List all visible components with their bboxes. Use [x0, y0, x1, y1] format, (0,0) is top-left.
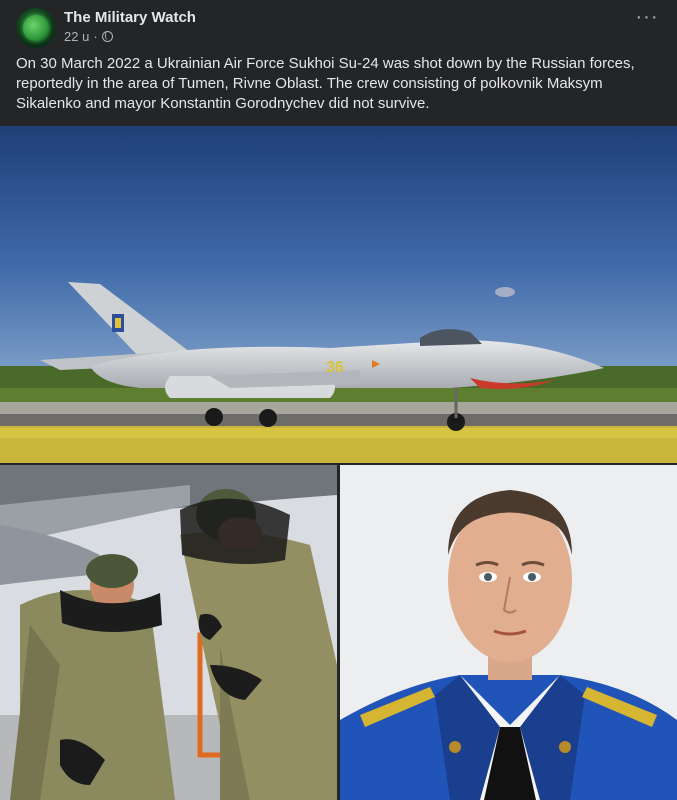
page-name-link[interactable]: The Military Watch — [64, 9, 196, 26]
post-time-link[interactable]: 22 u — [64, 29, 89, 44]
portrait-photo[interactable] — [340, 465, 677, 800]
post-meta: 22 u · — [64, 29, 113, 44]
globe-logo-icon — [23, 15, 49, 41]
post-text: On 30 March 2022 a Ukrainian Air Force S… — [16, 55, 635, 112]
aircraft-photo[interactable]: 36 — [0, 126, 677, 463]
page-avatar[interactable] — [16, 8, 56, 48]
post-header: The Military Watch 22 u · ··· On 30 Marc… — [0, 0, 677, 126]
meta-separator: · — [93, 29, 98, 44]
crew-photo[interactable] — [0, 465, 337, 800]
globe-icon[interactable] — [101, 31, 113, 42]
aircraft-tail-number: 36 — [326, 359, 344, 376]
more-options-button[interactable]: ··· — [635, 7, 659, 34]
